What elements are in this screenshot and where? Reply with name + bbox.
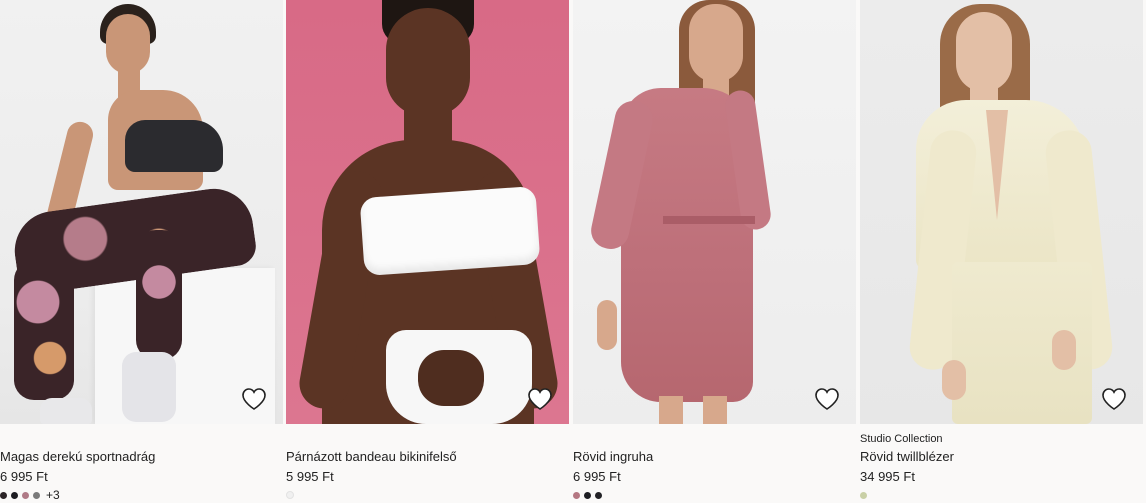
color-swatch[interactable]	[0, 491, 7, 499]
color-swatches	[573, 490, 606, 500]
favorite-button[interactable]	[527, 387, 553, 411]
product-name[interactable]: Párnázott bandeau bikinifelső	[286, 449, 457, 464]
heart-outline-icon	[528, 388, 552, 410]
heart-outline-icon	[242, 388, 266, 410]
product-card[interactable]: Rövid ingruha 6 995 Ft	[573, 0, 856, 503]
color-swatch[interactable]	[11, 491, 18, 499]
product-card[interactable]: Magas derekú sportnadrág 6 995 Ft +3	[0, 0, 283, 503]
color-swatch[interactable]	[860, 491, 867, 499]
product-brand: Studio Collection	[860, 433, 943, 445]
color-swatch[interactable]	[573, 491, 580, 499]
product-info: Magas derekú sportnadrág 6 995 Ft +3	[0, 424, 283, 503]
heart-outline-icon	[1102, 388, 1126, 410]
product-info: Studio Collection Rövid twillblézer 34 9…	[860, 424, 1143, 503]
color-swatches	[860, 490, 871, 500]
product-image[interactable]	[286, 0, 569, 424]
product-info: Párnázott bandeau bikinifelső 5 995 Ft	[286, 424, 569, 503]
product-image[interactable]	[573, 0, 856, 424]
product-price: 6 995 Ft	[573, 469, 621, 484]
product-grid: Magas derekú sportnadrág 6 995 Ft +3 Pár…	[0, 0, 1146, 503]
product-name[interactable]: Magas derekú sportnadrág	[0, 449, 155, 464]
product-name[interactable]: Rövid ingruha	[573, 449, 653, 464]
color-swatches: +3	[0, 488, 60, 502]
product-price: 5 995 Ft	[286, 469, 334, 484]
color-swatch[interactable]	[584, 491, 591, 499]
product-card[interactable]: Párnázott bandeau bikinifelső 5 995 Ft	[286, 0, 569, 503]
heart-outline-icon	[815, 388, 839, 410]
color-swatch[interactable]	[595, 491, 602, 499]
favorite-button[interactable]	[1101, 387, 1127, 411]
color-swatch[interactable]	[286, 491, 294, 499]
product-card[interactable]: Studio Collection Rövid twillblézer 34 9…	[860, 0, 1143, 503]
product-info: Rövid ingruha 6 995 Ft	[573, 424, 856, 503]
product-image[interactable]	[860, 0, 1143, 424]
favorite-button[interactable]	[814, 387, 840, 411]
more-colors-count[interactable]: +3	[46, 488, 60, 502]
color-swatch[interactable]	[22, 491, 29, 499]
product-price: 34 995 Ft	[860, 469, 915, 484]
color-swatch[interactable]	[33, 491, 40, 499]
product-name[interactable]: Rövid twillblézer	[860, 449, 954, 464]
product-image[interactable]	[0, 0, 283, 424]
color-swatches	[286, 490, 298, 500]
favorite-button[interactable]	[241, 387, 267, 411]
product-price: 6 995 Ft	[0, 469, 48, 484]
